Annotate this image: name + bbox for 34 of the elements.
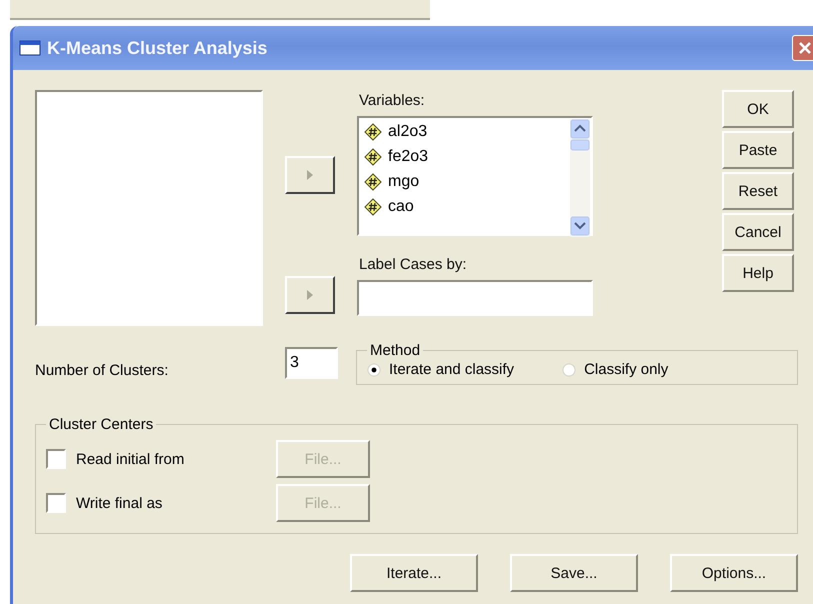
numeric-variable-icon — [364, 148, 382, 166]
variable-item[interactable]: cao — [388, 198, 414, 216]
clusters-label: Number of Clusters: — [35, 361, 170, 379]
label-cases-field[interactable] — [357, 280, 593, 316]
numeric-variable-icon — [364, 198, 382, 216]
dialog-button[interactable]: Paste — [722, 131, 794, 169]
radio-button[interactable] — [367, 362, 381, 376]
radio-button[interactable] — [562, 362, 576, 376]
window-title: K-Means Cluster Analysis — [47, 38, 268, 58]
cluster-centers-title: Cluster Centers — [48, 416, 154, 433]
dialog-button[interactable]: Cancel — [722, 213, 794, 251]
close-button[interactable] — [792, 35, 813, 61]
dialog-button[interactable]: Save... — [510, 554, 638, 592]
variable-item[interactable]: fe2o3 — [388, 148, 428, 166]
right-arrow-icon — [306, 169, 314, 181]
numeric-variable-icon — [364, 122, 382, 140]
close-icon — [797, 40, 813, 56]
variable-item[interactable]: al2o3 — [388, 122, 428, 140]
variable-item[interactable]: mgo — [388, 172, 420, 190]
dialog-button[interactable]: Reset — [722, 172, 794, 210]
right-arrow-icon — [306, 289, 314, 301]
dialog-button[interactable]: Options... — [670, 554, 798, 592]
clusters-field[interactable]: 3 — [285, 347, 338, 379]
dialog-button[interactable]: OK — [722, 90, 794, 128]
dialog-button[interactable]: Help — [722, 254, 794, 292]
dialog-button[interactable]: Iterate... — [350, 554, 478, 592]
radio-label[interactable]: Iterate and classify — [389, 361, 514, 378]
method-title: Method — [369, 342, 422, 359]
variables-list[interactable]: al2o3 fe2o3 mgo cao — [357, 116, 593, 236]
variables-label: Variables: — [359, 92, 426, 109]
radio-label[interactable]: Classify only — [584, 361, 668, 378]
window-icon — [19, 40, 41, 56]
label-cases-label: Label Cases by: — [359, 256, 468, 273]
numeric-variable-icon — [364, 172, 382, 190]
